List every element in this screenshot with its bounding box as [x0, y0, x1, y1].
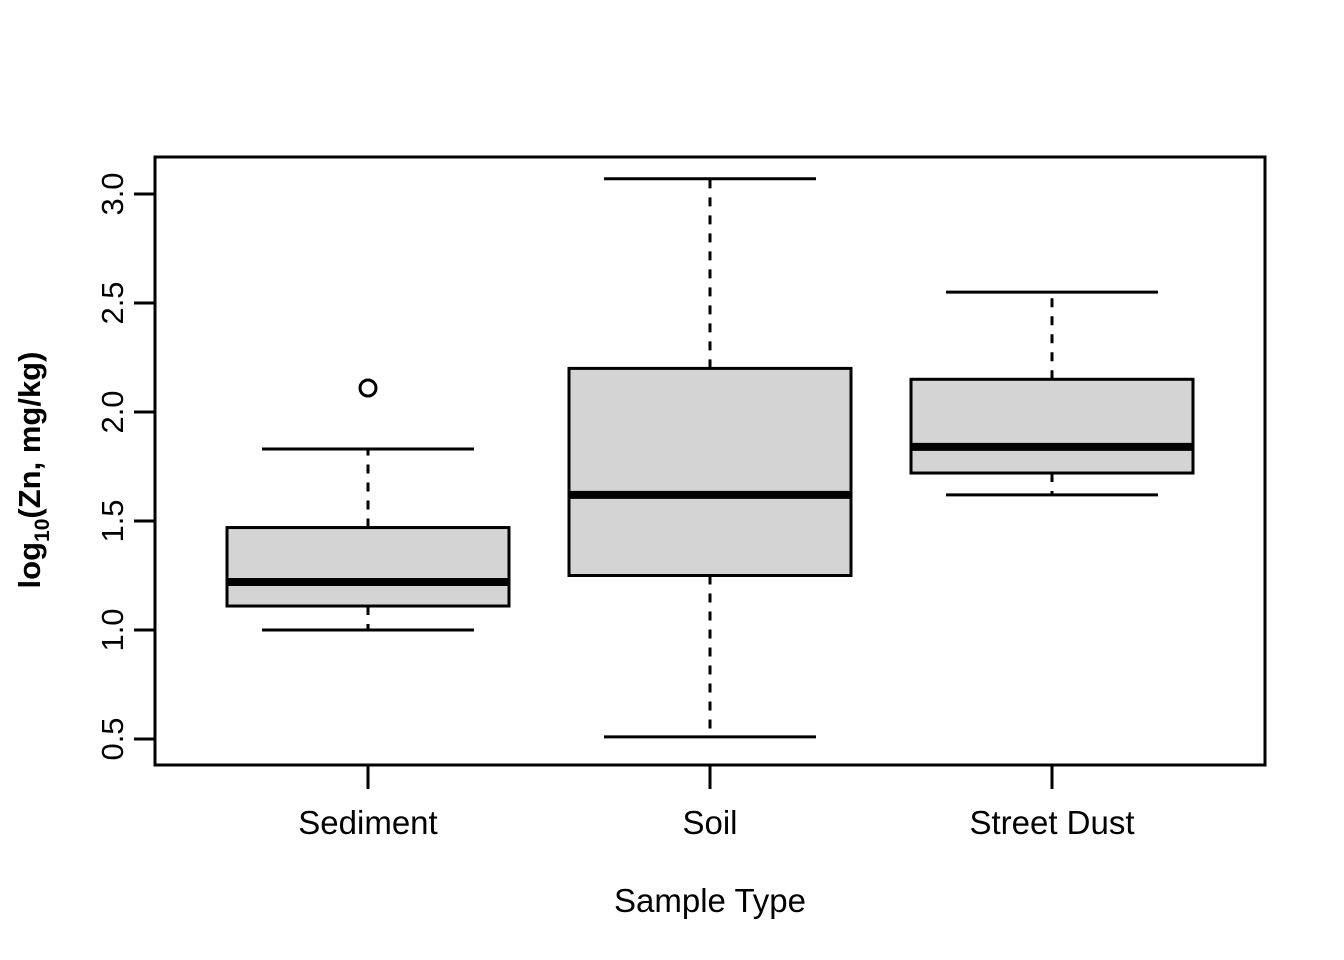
y-title-subscript: 10 [31, 519, 54, 542]
svg-text:log10(Zn, mg/kg): log10(Zn, mg/kg) [12, 352, 54, 589]
box-rect-street-dust [909, 377, 1195, 475]
y-tick-label-text: 0.5 [95, 717, 130, 760]
y-tick-label-0.5: 0.5 [95, 717, 130, 760]
x-tick-label-street-dust: Street Dust [969, 804, 1134, 841]
x-axis-ticks [366, 765, 1054, 789]
y-tick-label-1.0: 1.0 [95, 608, 130, 651]
y-tick-label-1.5: 1.5 [95, 499, 130, 542]
y-axis-tick-labels: 0.5 1.0 1.5 2.0 2.5 3.0 [95, 172, 130, 760]
box-street-dust [909, 290, 1195, 497]
x-tick-label-soil: Soil [682, 804, 737, 841]
box-sediment [225, 378, 511, 632]
x-tick-label-sediment: Sediment [298, 804, 437, 841]
box-rect-sediment [225, 526, 511, 608]
y-tick-label-text: 1.0 [95, 608, 130, 651]
y-tick-label-text: 2.0 [95, 390, 130, 433]
box-rect-soil [567, 366, 853, 577]
y-title-suffix: (Zn, mg/kg) [12, 352, 47, 519]
y-title-prefix: log [12, 542, 47, 589]
boxplot-figure: 0.5 1.0 1.5 2.0 2.5 3.0 Sediment Soil Street Du… [0, 0, 1344, 960]
y-tick-label-text: 2.5 [95, 281, 130, 324]
y-tick-label-text: 1.5 [95, 499, 130, 542]
y-tick-label-2.5: 2.5 [95, 281, 130, 324]
outlier-point-sediment-0 [358, 378, 378, 398]
x-axis-title: Sample Type [614, 882, 806, 919]
x-axis-tick-labels: Sediment Soil Street Dust [298, 804, 1134, 841]
y-axis-ticks [134, 192, 155, 741]
box-soil [567, 177, 853, 739]
y-tick-label-text: 3.0 [95, 172, 130, 215]
y-tick-label-3.0: 3.0 [95, 172, 130, 215]
boxplot-svg: 0.5 1.0 1.5 2.0 2.5 3.0 Sediment Soil Street Du… [12, 155, 1267, 919]
y-tick-label-2.0: 2.0 [95, 390, 130, 433]
y-axis-title: log10(Zn, mg/kg) [12, 352, 54, 589]
box-plot-series [225, 177, 1195, 739]
